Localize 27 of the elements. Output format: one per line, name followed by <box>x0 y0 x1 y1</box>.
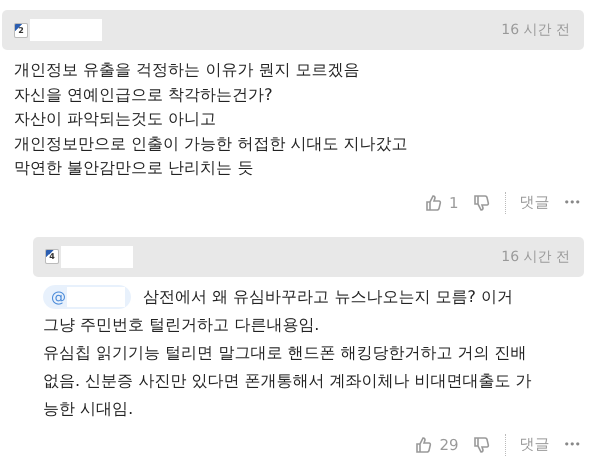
mention-tag[interactable]: @ <box>43 284 131 308</box>
comment-text: 자산이 파악되는것도 아니고 <box>14 108 218 130</box>
thumbs-up-icon <box>424 194 443 212</box>
timestamp: 16 시간 전 <box>501 248 570 266</box>
timestamp: 16 시간 전 <box>501 21 570 39</box>
like-button[interactable]: 29 <box>415 436 459 454</box>
comment-text: 개인정보만으로 인출이 가능한 허접한 시대도 지나갔고 <box>14 132 408 154</box>
comment-text: 삼전에서 왜 유심바꾸라고 뉴스나오는지 모름? 이거 <box>143 286 513 308</box>
more-button[interactable]: ••• <box>564 438 580 451</box>
thumbs-down-icon <box>472 436 491 454</box>
comment-text: 유심칩 읽기기능 털리면 말그대로 핸드폰 해킹당한거하고 거의 진배 <box>43 342 528 364</box>
level-badge: 4 <box>45 249 59 264</box>
comment-text: 능한 시대임. <box>43 398 134 420</box>
comment-text: 없음. 신분증 사진만 있다면 폰개통해서 계좌이체나 비대면대출도 가 <box>43 370 533 392</box>
level-badge: 2 <box>14 22 28 38</box>
like-button[interactable]: 1 <box>424 194 459 212</box>
comment-text: 자신을 연예인급으로 착각하는건가? <box>14 84 274 106</box>
reply-button[interactable]: 댓글 <box>520 193 550 212</box>
more-button[interactable]: ••• <box>564 196 580 209</box>
comment-text: 개인정보 유출을 걱정하는 이유가 뭔지 모르겠음 <box>14 59 360 81</box>
thumbs-up-icon <box>415 436 434 454</box>
comment-text: 그냥 주민번호 털린거하고 다른내용임. <box>43 314 320 336</box>
dislike-button[interactable] <box>472 436 491 454</box>
thumbs-down-icon <box>472 194 491 212</box>
reply-button[interactable]: 댓글 <box>520 435 550 454</box>
dislike-button[interactable] <box>472 194 491 212</box>
comment-text: 막연한 불안감만으로 난리치는 듯 <box>14 157 254 179</box>
